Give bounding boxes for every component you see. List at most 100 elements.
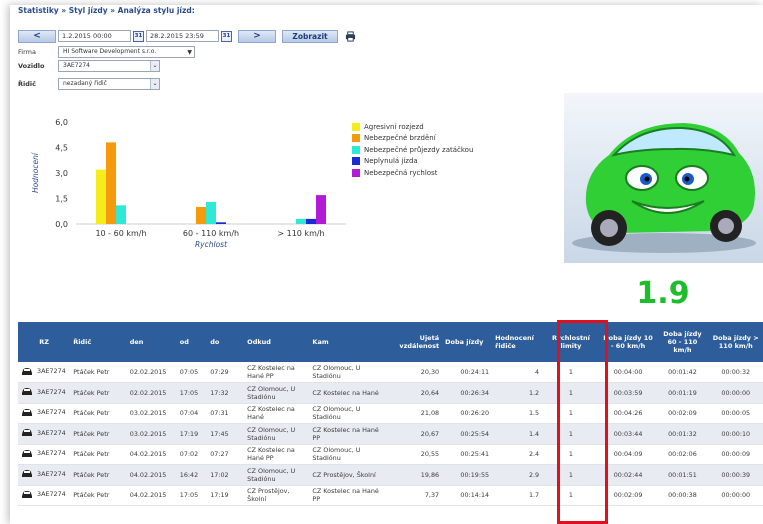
cell-doba-jizdy: 00:24:11	[442, 362, 493, 383]
legend-swatch	[352, 168, 360, 177]
col-header-rychlostni-limity[interactable]: Rychlostní limity	[542, 322, 600, 362]
cell-rz-text: 3AE7274	[37, 428, 66, 437]
y-tick-label: 0,0	[55, 220, 68, 229]
bar	[206, 201, 216, 224]
cell-od: 07:04	[176, 403, 208, 424]
next-period-button[interactable]: >	[238, 29, 276, 43]
x-tick-label: 10 - 60 km/h	[95, 229, 146, 238]
ridic-label: Řidič	[18, 80, 36, 88]
cell-kam: CZ Prostějov, Školní	[309, 464, 390, 486]
cell-den: 03.02.2015	[126, 403, 177, 424]
col-header-do[interactable]: do	[207, 322, 245, 362]
print-icon[interactable]	[345, 30, 356, 42]
col-header-rz[interactable]: RZ	[18, 322, 71, 362]
col-header-kam[interactable]: Kam	[309, 322, 390, 362]
cell-rz-text: 3AE7274	[37, 387, 66, 396]
date-from-input[interactable]: 1.2.2015 00:00	[58, 30, 131, 42]
cell-rz: 3AE7274	[18, 444, 71, 465]
col-header-doba-110[interactable]: Doba jízdy > 110 km/h	[708, 322, 763, 362]
cell-od: 07:02	[176, 444, 208, 465]
legend-label: Nebezpečná rychlost	[364, 168, 438, 177]
cell-ridic: Ptáček Petr	[70, 403, 127, 424]
cell-rz-text: 3AE7274	[37, 490, 66, 499]
y-tick-label: 3,0	[55, 169, 68, 178]
show-button[interactable]: Zobrazit	[282, 29, 338, 43]
col-header-doba-10-60[interactable]: Doba jízdy 10 - 60 km/h	[599, 322, 657, 362]
col-header-od[interactable]: od	[176, 322, 208, 362]
y-tick-label: 4,5	[55, 144, 68, 153]
cell-hodnoceni: 1.5	[492, 403, 543, 424]
date-to-input[interactable]: 28.2.2015 23:59	[146, 30, 219, 42]
col-header-doba-jizdy[interactable]: Doba jízdy	[442, 322, 493, 362]
firma-row: Firma HI Software Development s.r.o. ▼	[18, 46, 195, 58]
cell-doba-10-60: 00:02:09	[599, 485, 657, 506]
table-row[interactable]: 3AE7274 Ptáček Petr 03.02.2015 17:19 17:45 CZ…	[18, 423, 763, 445]
table-row[interactable]: 3AE7274 Ptáček Petr 04.02.2015 17:05 17:19 CZ…	[18, 485, 763, 506]
cell-doba-60-110: 00:02:09	[656, 403, 709, 424]
cell-doba-jizdy: 00:19:55	[442, 464, 493, 486]
cell-hodnoceni: 1.2	[492, 382, 543, 404]
table-row[interactable]: 3AE7274 Ptáček Petr 04.02.2015 07:02 07:27 CZ…	[18, 444, 763, 465]
col-header-vzdalenost[interactable]: Ujetá vzdálenost	[389, 322, 443, 362]
cell-doba-60-110: 00:02:06	[656, 444, 709, 465]
cell-doba-60-110: 00:00:38	[656, 485, 709, 506]
cell-doba-60-110: 00:01:51	[656, 464, 709, 486]
vozidlo-select[interactable]: 3AE7274 ⌄	[58, 60, 160, 72]
cell-kam: CZ Olomouc, U Stadiónu	[309, 444, 390, 465]
cell-kam: CZ Kostelec na Hané PP	[309, 485, 390, 506]
cell-hodnoceni: 1.7	[492, 485, 543, 506]
ridic-select[interactable]: nezadaný řidič ⌄	[58, 78, 160, 90]
cell-od: 17:19	[176, 423, 208, 445]
cell-hodnoceni: 4	[492, 362, 543, 383]
x-tick-label: > 110 km/h	[277, 229, 324, 238]
cell-doba-10-60: 00:03:44	[599, 423, 657, 445]
col-header-den[interactable]: den	[126, 322, 177, 362]
cell-den: 04.02.2015	[126, 485, 177, 506]
calendar-to-icon[interactable]: 31	[221, 30, 232, 42]
cell-doba-60-110: 00:01:42	[656, 362, 709, 383]
cell-kam: CZ Kostelec na Hané PP	[309, 423, 390, 445]
cell-doba-jizdy: 00:25:54	[442, 423, 493, 445]
calendar-from-icon[interactable]: 31	[133, 30, 144, 42]
cell-doba-110: 00:00:10	[708, 423, 763, 445]
table-row[interactable]: 3AE7274 Ptáček Petr 02.02.2015 07:05 07:29 CZ…	[18, 362, 763, 383]
cell-vzdalenost: 20,67	[389, 423, 443, 445]
col-header-doba-60-110[interactable]: Doba jízdy 60 - 110 km/h	[656, 322, 709, 362]
bar	[296, 218, 306, 224]
cell-od: 07:05	[176, 362, 208, 383]
col-header-ridic[interactable]: Řidič	[70, 322, 127, 362]
cell-rz-text: 3AE7274	[37, 469, 66, 478]
cell-doba-110: 00:00:00	[708, 485, 763, 506]
prev-period-button[interactable]: <	[18, 29, 56, 43]
col-header-hodnoceni[interactable]: Hodnocení řidiče	[492, 322, 543, 362]
cell-doba-10-60: 00:04:00	[599, 362, 657, 383]
cell-rz: 3AE7274	[18, 485, 71, 506]
cell-odkud: CZ Prostějov, Školní	[244, 485, 310, 506]
cell-rychlostni-limity: 1	[542, 403, 600, 424]
trips-table: RZ Řidič den od do Odkud Kam Ujetá vzdál…	[18, 322, 763, 506]
cell-ridic: Ptáček Petr	[70, 423, 127, 445]
table-row[interactable]: 3AE7274 Ptáček Petr 02.02.2015 17:05 17:32 CZ…	[18, 382, 763, 404]
legend-swatch	[352, 134, 360, 143]
firma-select[interactable]: HI Software Development s.r.o. ▼	[58, 46, 195, 58]
bar	[306, 218, 316, 224]
cell-doba-jizdy: 00:25:41	[442, 444, 493, 465]
chevron-down-icon: ⌄	[150, 79, 159, 89]
cell-do: 17:45	[207, 423, 245, 445]
legend-label: Agresivní rozjezd	[364, 122, 424, 131]
smiling-car-icon	[572, 123, 756, 253]
dropdown-arrow-icon: ▼	[187, 49, 192, 56]
chevron-down-icon: ⌄	[150, 61, 159, 71]
vozidlo-row: Vozidlo 3AE7274 ⌄	[18, 60, 160, 72]
cell-do: 07:29	[207, 362, 245, 383]
bar	[106, 142, 116, 224]
cell-hodnoceni: 2.9	[492, 464, 543, 486]
cell-doba-10-60: 00:04:09	[599, 444, 657, 465]
cell-do: 07:31	[207, 403, 245, 424]
driver-score: 1.9	[636, 276, 690, 311]
vehicle-icon	[22, 388, 32, 396]
table-row[interactable]: 3AE7274 Ptáček Petr 03.02.2015 07:04 07:31 CZ…	[18, 403, 763, 424]
col-header-odkud[interactable]: Odkud	[244, 322, 310, 362]
table-row[interactable]: 3AE7274 Ptáček Petr 04.02.2015 16:42 17:02 CZ…	[18, 464, 763, 486]
legend-item: Nebezpečná rychlost	[352, 167, 473, 179]
